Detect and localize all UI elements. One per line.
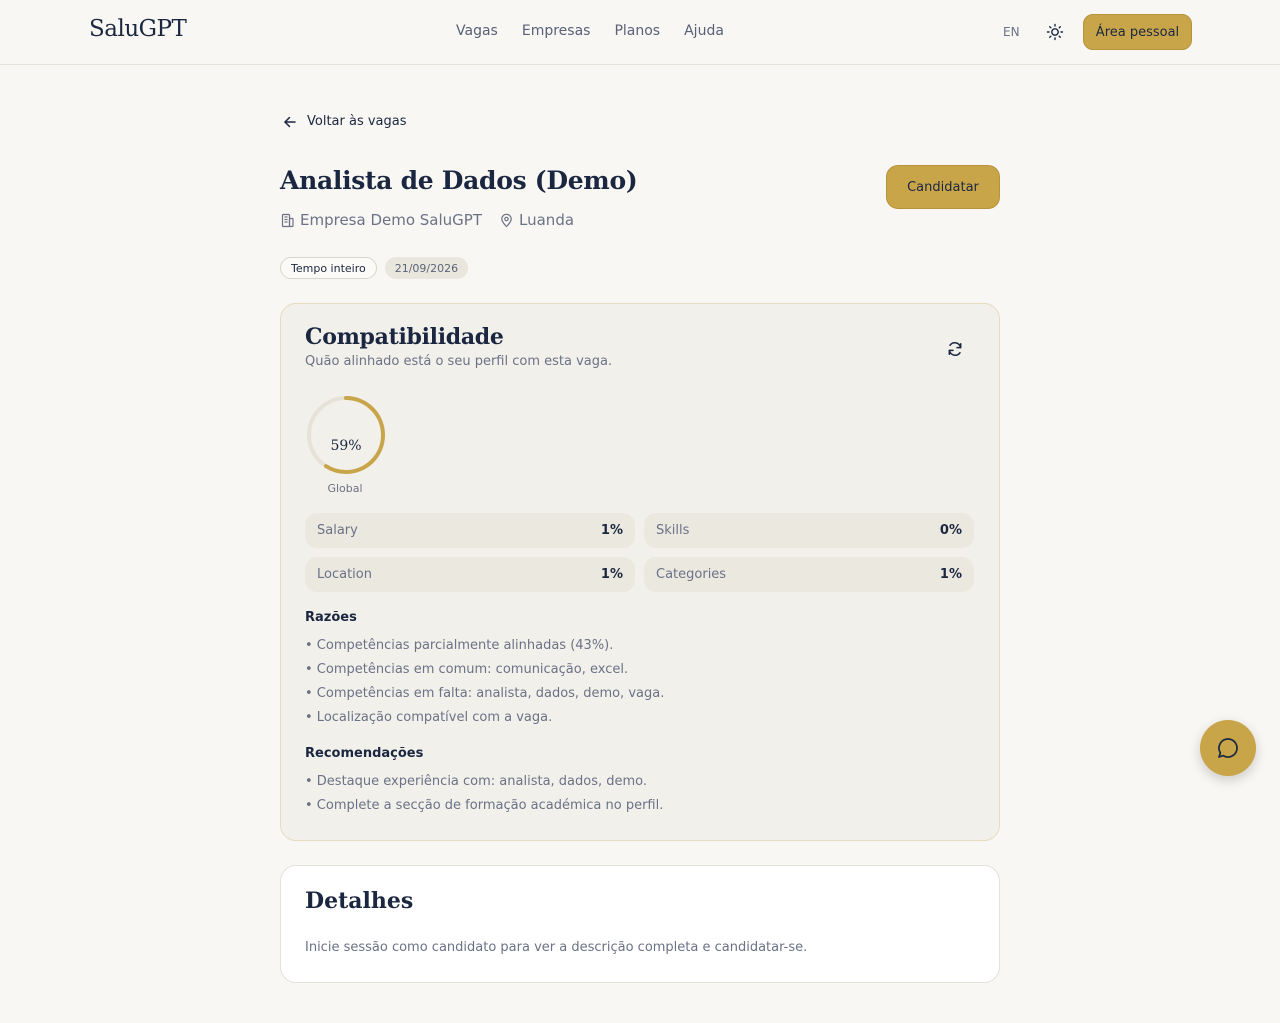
global-score-ring (307, 396, 385, 474)
location-name: Luanda (519, 211, 575, 229)
metric-categories: Categories 1% (644, 557, 974, 592)
location-info: Luanda (499, 211, 574, 229)
apply-button[interactable]: Candidatar (886, 165, 1000, 209)
metric-value: 1% (600, 567, 623, 582)
theme-toggle[interactable] (1045, 22, 1065, 42)
job-meta: Empresa Demo SaluGPT Luanda (280, 211, 591, 229)
details-login-prompt: Inicie sessão como candidato para ver a … (305, 940, 808, 955)
chat-icon (1218, 738, 1238, 758)
logo[interactable]: SaluGPT (89, 16, 187, 42)
recommendation-item: • Destaque experiência com: analista, da… (305, 774, 648, 789)
metric-name: Salary (317, 523, 358, 538)
map-pin-icon (501, 213, 512, 227)
metric-salary: Salary 1% (305, 513, 635, 548)
refresh-icon (948, 342, 962, 356)
building-icon (281, 213, 294, 227)
recommendations-title: Recomendações (305, 746, 424, 761)
metric-name: Location (317, 567, 372, 582)
top-navigation-bar: SaluGPT Vagas Empresas Planos Ajuda EN Á… (0, 0, 1280, 65)
language-switch[interactable]: EN (1003, 25, 1020, 39)
nav-empresas[interactable]: Empresas (522, 23, 591, 39)
nav-vagas[interactable]: Vagas (456, 23, 498, 39)
back-link-label: Voltar às vagas (307, 114, 407, 129)
refresh-button[interactable] (945, 339, 965, 359)
reason-item: • Competências parcialmente alinhadas (4… (305, 638, 614, 653)
reasons-list: • Competências parcialmente alinhadas (4… (305, 634, 664, 730)
arrow-left-icon (284, 116, 296, 127)
sun-icon (1046, 23, 1064, 41)
recommendation-item: • Complete a secção de formação académic… (305, 798, 664, 813)
company-name[interactable]: Empresa Demo SaluGPT (300, 211, 482, 229)
details-title: Detalhes (305, 888, 414, 914)
metric-value: 1% (600, 523, 623, 538)
personal-area-button[interactable]: Área pessoal (1083, 14, 1192, 50)
reason-item: • Competências em falta: analista, dados… (305, 686, 665, 701)
compatibility-card: Compatibilidade Quão alinhado está o seu… (280, 303, 1000, 841)
metric-value: 1% (939, 567, 962, 582)
metric-skills: Skills 0% (644, 513, 974, 548)
details-card: Detalhes Inicie sessão como candidato pa… (280, 865, 1000, 983)
global-score-label: Global (327, 482, 363, 495)
metric-name: Categories (656, 567, 727, 582)
reasons-title: Razões (305, 610, 357, 625)
employment-type-badge: Tempo inteiro (280, 257, 377, 279)
metric-location: Location 1% (305, 557, 635, 592)
main-nav: Vagas Empresas Planos Ajuda (456, 23, 724, 39)
job-badges: Tempo inteiro 21/09/2026 (280, 257, 469, 279)
recommendations-list: • Destaque experiência com: analista, da… (305, 770, 663, 818)
chat-button[interactable] (1200, 720, 1256, 776)
reason-item: • Competências em comum: comunicação, ex… (305, 662, 629, 677)
job-title: Analista de Dados (Demo) (280, 166, 638, 195)
company-info: Empresa Demo SaluGPT (280, 211, 482, 229)
nav-ajuda[interactable]: Ajuda (684, 23, 724, 39)
compatibility-title: Compatibilidade (305, 324, 504, 350)
metric-name: Skills (656, 523, 690, 538)
global-score-value: 59% (330, 438, 362, 454)
compatibility-subtitle: Quão alinhado está o seu perfil com esta… (305, 354, 613, 369)
nav-planos[interactable]: Planos (614, 23, 660, 39)
metric-value: 0% (939, 523, 962, 538)
back-to-jobs-link[interactable]: Voltar às vagas (283, 114, 407, 129)
reason-item: • Localização compatível com a vaga. (305, 710, 553, 725)
date-badge: 21/09/2026 (384, 257, 469, 279)
